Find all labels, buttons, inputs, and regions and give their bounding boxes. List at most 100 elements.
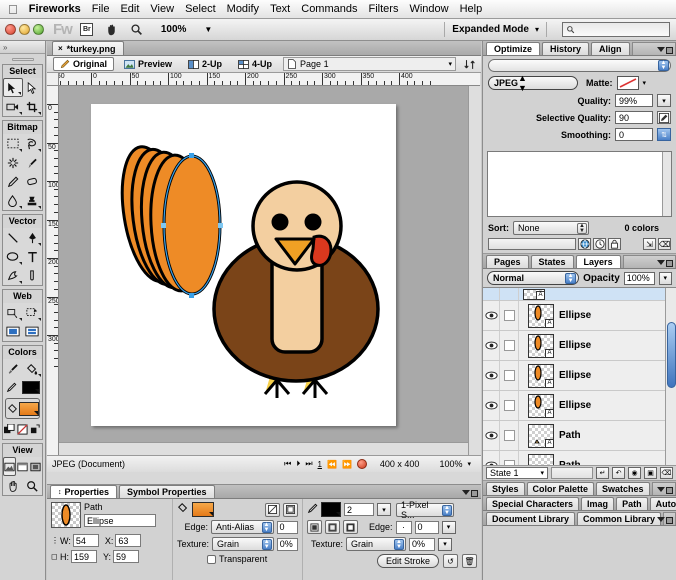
eyedropper-icon[interactable] <box>3 359 23 378</box>
opacity-field[interactable]: 100% <box>623 271 655 285</box>
x-field[interactable]: 63 <box>115 534 142 547</box>
export-format-select[interactable]: JPEG ▲ ▼ <box>488 73 578 93</box>
fill-color-swatch[interactable] <box>19 399 39 418</box>
stroke-align-outside-icon[interactable] <box>343 520 358 534</box>
horizontal-ruler[interactable]: -50 0 50 100 150 200 250 300 350 400 <box>59 73 480 86</box>
default-colors-icon[interactable] <box>3 420 16 439</box>
menu-item-select[interactable]: Select <box>185 3 216 15</box>
add-mask-button[interactable]: ◉ <box>628 467 641 479</box>
prev-state-button[interactable]: ⏪ <box>327 460 337 469</box>
hide-slices-tool[interactable] <box>3 322 23 341</box>
show-slices-tool[interactable] <box>23 322 43 341</box>
layer-lock-toggle[interactable] <box>500 391 519 420</box>
layer-lock-toggle[interactable] <box>500 301 519 330</box>
canvas-scroll-pane[interactable] <box>59 86 468 455</box>
layer-thumbnail[interactable]: A <box>528 393 554 418</box>
fill-color-bucket-icon[interactable] <box>6 399 19 418</box>
hand-tool[interactable] <box>3 476 23 495</box>
paint-bucket-icon[interactable] <box>23 359 43 378</box>
table-row[interactable]: A Ellipse <box>483 331 676 361</box>
stop-icon[interactable] <box>356 459 367 469</box>
play-button[interactable]: ⏵ <box>296 459 300 469</box>
canvas-vertical-scrollbar[interactable] <box>468 86 481 455</box>
fill-category-icon[interactable] <box>177 502 189 517</box>
tab-common-library[interactable]: Common Library <box>577 512 662 525</box>
layer-thumbnail[interactable]: A <box>528 423 554 448</box>
tab-path[interactable]: Path <box>616 497 648 510</box>
delete-color-icon[interactable]: ⌫ <box>658 238 671 250</box>
new-bitmap-image-button[interactable]: ↵ <box>596 467 609 479</box>
clock-icon[interactable] <box>593 238 606 250</box>
scale-tool[interactable] <box>3 97 23 116</box>
stroke-texture-amount-field[interactable]: 0% <box>409 537 435 551</box>
tab-special-characters[interactable]: Special Characters <box>486 497 580 510</box>
stroke-edge-value-field[interactable]: 0 <box>414 520 439 534</box>
stroke-category-icon[interactable] <box>307 503 318 517</box>
tools-drag-handle[interactable] <box>11 58 34 61</box>
matte-caret-icon[interactable]: ▾ <box>643 79 647 87</box>
no-color-icon[interactable] <box>16 420 29 439</box>
matte-swatch[interactable] <box>616 76 639 90</box>
chevron-down-icon[interactable]: ▾ <box>448 60 452 68</box>
tab-preview[interactable]: Preview <box>118 57 178 71</box>
row1-panel-menu[interactable] <box>657 487 673 494</box>
pointer-tool[interactable] <box>3 78 23 97</box>
layer-lock-toggle[interactable] <box>500 331 519 360</box>
slice-tool[interactable] <box>23 303 43 322</box>
menu-item-view[interactable]: View <box>150 3 174 15</box>
layer-list-scrollbar[interactable] <box>665 288 676 465</box>
fill-texture-select[interactable]: Grain ▲ ▼ <box>212 537 274 551</box>
table-row[interactable]: A Ellipse <box>483 301 676 331</box>
freeform-tool[interactable] <box>3 266 23 285</box>
scale-arrows-icon[interactable] <box>463 59 481 70</box>
stroke-color-pencil-icon[interactable] <box>3 378 21 397</box>
edit-stroke-button[interactable]: Edit Stroke <box>376 554 439 568</box>
add-filter-icon[interactable]: ↺ <box>443 554 458 568</box>
layer-thumbnail[interactable]: A <box>528 333 554 358</box>
new-layer-button[interactable]: ▣ <box>644 467 657 479</box>
tab-document-library[interactable]: Document Library <box>486 512 576 525</box>
menu-item-file[interactable]: File <box>92 3 110 15</box>
layer-name[interactable]: Ellipse <box>559 340 591 351</box>
lock-icon[interactable] <box>608 238 621 250</box>
layer-scroll-thumb[interactable] <box>667 322 676 388</box>
tab-color-palette[interactable]: Color Palette <box>526 482 595 495</box>
zoom-tool[interactable] <box>23 476 43 495</box>
tab-symbol-properties[interactable]: Symbol Properties <box>119 485 215 498</box>
selective-quality-edit-icon[interactable] <box>657 111 671 124</box>
tools-panel-grip[interactable]: » <box>0 41 45 54</box>
table-row[interactable]: A Path <box>483 451 676 465</box>
fill-texture-amount-field[interactable]: 0% <box>276 537 298 551</box>
globe-icon[interactable] <box>578 238 591 250</box>
eraser-tool[interactable] <box>23 172 43 191</box>
layer-visibility-toggle[interactable] <box>483 421 500 450</box>
table-row[interactable]: A Path <box>483 421 676 451</box>
fill-option-none-icon[interactable] <box>265 502 280 517</box>
layer-lock-toggle[interactable] <box>500 451 519 465</box>
optimize-panel-menu[interactable] <box>657 47 673 54</box>
status-zoom-caret[interactable]: ▾ <box>467 460 471 468</box>
menu-item-text[interactable]: Text <box>270 3 290 15</box>
fill-option-solid-icon[interactable] <box>283 502 298 517</box>
transparent-checkbox[interactable] <box>207 554 216 564</box>
blur-tool[interactable] <box>3 191 23 210</box>
constrain-icon[interactable]: ⋮ <box>51 536 59 545</box>
state-playback-controls[interactable]: ⏮ ⏵ ⏭ 1 ⏪ ⏩ <box>284 459 367 469</box>
new-sub-layer-button[interactable]: ↶ <box>612 467 625 479</box>
document-tab-turkey[interactable]: × *turkey.png <box>52 41 124 55</box>
subselection-tool[interactable] <box>23 78 42 97</box>
quality-field[interactable]: 99% <box>615 94 653 107</box>
crop-tool[interactable] <box>23 97 43 116</box>
tab-4up[interactable]: 4-Up <box>232 57 278 71</box>
pen-tool[interactable] <box>23 228 43 247</box>
vertical-ruler[interactable]: 0 50 100 150 200 250 300 <box>47 86 59 455</box>
color-table-scrollbar[interactable] <box>662 152 671 216</box>
stroke-texture-select[interactable]: Grain ▲ ▼ <box>346 537 406 551</box>
stroke-texture-dropdown[interactable]: ▾ <box>438 537 452 551</box>
tab-original[interactable]: Original <box>53 57 115 71</box>
stroke-edge-slider[interactable]: · <box>395 520 412 534</box>
y-field[interactable]: 59 <box>113 550 140 563</box>
tab-auto-shape[interactable]: Auto <box>649 497 676 510</box>
menu-item-fireworks[interactable]: Fireworks <box>29 3 81 15</box>
table-row[interactable]: A Ellipse <box>483 361 676 391</box>
